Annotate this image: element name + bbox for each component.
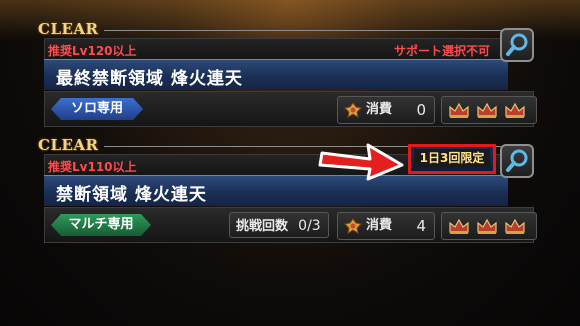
clear-label: CLEAR [38,20,99,38]
stamina-cost-box: 消費 0 [337,96,435,124]
crown-icon [449,218,469,234]
attempts-label: 挑戦回数 [236,219,289,234]
support-unavailable-note: サポート選択不可 [393,44,490,58]
attempts-box: 挑戦回数 0/3 [229,212,329,238]
stamina-cost-box: 消費 4 [337,212,435,240]
quest-title-bar: 禁断領域 烽火連天 [44,175,508,206]
attempts-value: 0/3 [298,218,321,234]
crown-icon [505,218,525,234]
cost-value: 0 [416,101,426,119]
quest-card-final-forbidden[interactable]: CLEAR 推奨Lv120以上 サポート選択不可 最終禁断領域 烽火連天 ソロ専… [34,20,537,127]
crown-icon [505,102,525,118]
quest-info-bar: ソロ専用 消費 0 [44,91,537,127]
recommended-level: 推奨Lv110以上 [48,160,137,174]
solo-only-tag: ソロ専用 [51,98,143,120]
annotation-arrow [318,143,404,181]
stamina-icon [344,102,362,118]
multi-only-tag: マルチ専用 [51,214,151,236]
stamina-icon [344,218,362,234]
cost-label: 消費 [366,218,393,233]
crown-icon [477,102,497,118]
cost-value: 4 [416,217,426,235]
magnifier-icon [506,33,528,56]
daily-limit-badge: 1日3回限定 [408,144,496,174]
quest-detail-button[interactable] [500,144,534,178]
clear-label: CLEAR [38,136,99,154]
crown-icon [477,218,497,234]
quest-title: 禁断領域 烽火連天 [56,185,207,205]
quest-detail-button[interactable] [500,28,534,62]
crown-rewards-box [441,96,537,124]
quest-card-forbidden[interactable]: CLEAR 推奨Lv110以上 禁断領域 烽火連天 1日3回限定 マルチ専用 挑… [34,136,537,244]
divider [104,30,524,31]
quest-title-bar: 最終禁断領域 烽火連天 [44,59,508,90]
crown-icon [449,102,469,118]
crown-rewards-box [441,212,537,240]
cost-label: 消費 [366,102,393,117]
quest-info-bar: マルチ専用 挑戦回数 0/3 消費 4 [44,207,537,243]
magnifier-icon [506,149,528,172]
daily-limit-text: 1日3回限定 [414,149,490,167]
quest-title: 最終禁断領域 烽火連天 [56,69,243,89]
recommended-level: 推奨Lv120以上 [48,44,137,58]
